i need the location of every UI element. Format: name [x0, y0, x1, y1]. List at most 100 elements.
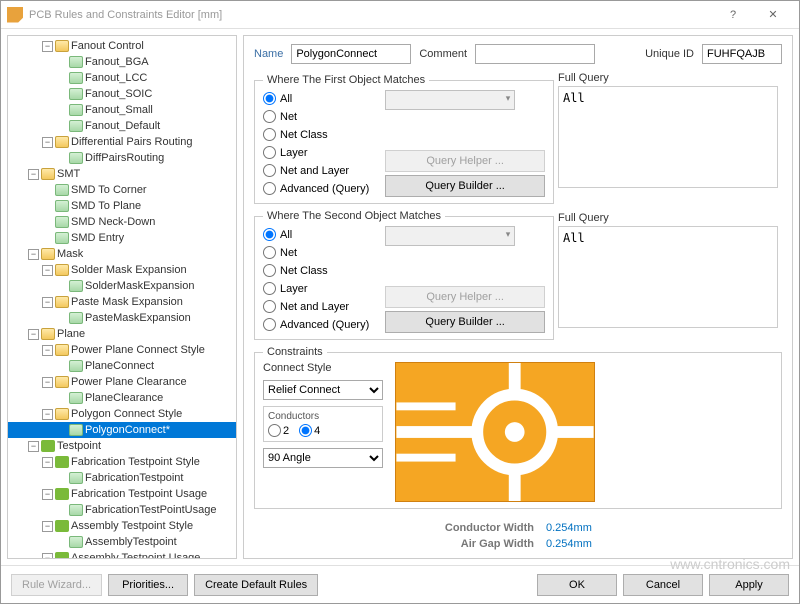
match-radio-net-and-layer[interactable]: Net and Layer [263, 162, 369, 179]
match-radio-net-class[interactable]: Net Class [263, 126, 369, 143]
tree-item[interactable]: SMD Neck-Down [8, 214, 236, 230]
rule-icon [55, 216, 69, 228]
tree-item[interactable]: SMD To Corner [8, 182, 236, 198]
expand-icon[interactable]: − [42, 137, 53, 148]
match2-query-builder[interactable]: Query Builder ... [385, 311, 545, 333]
angle-select[interactable]: 90 Angle [263, 448, 383, 468]
name-label: Name [254, 48, 283, 60]
expand-icon[interactable]: − [42, 265, 53, 276]
expand-icon[interactable]: − [42, 41, 53, 52]
name-input[interactable] [291, 44, 411, 64]
tree-item[interactable]: Fanout_SOIC [8, 86, 236, 102]
tree-item[interactable]: − Plane [8, 326, 236, 342]
help-button[interactable]: ? [713, 1, 753, 29]
expand-icon[interactable]: − [42, 553, 53, 560]
conductor-width-value[interactable]: 0.254mm [546, 522, 592, 534]
tree-item[interactable]: SMD Entry [8, 230, 236, 246]
ok-button[interactable]: OK [537, 574, 617, 596]
tree-item[interactable]: − Solder Mask Expansion [8, 262, 236, 278]
tree-item-label: SMT [57, 168, 80, 180]
tree-item-label: Plane [57, 328, 85, 340]
expand-icon[interactable]: − [42, 521, 53, 532]
tree-item-label: SMD To Corner [71, 184, 147, 196]
tree-item-label: FabricationTestpoint [85, 472, 183, 484]
folder-icon [55, 408, 69, 420]
tree-item[interactable]: AssemblyTestpoint [8, 534, 236, 550]
rules-tree[interactable]: −Fanout ControlFanout_BGAFanout_LCCFanou… [7, 35, 237, 559]
expand-icon[interactable]: − [28, 249, 39, 260]
priorities-button[interactable]: Priorities... [108, 574, 188, 596]
conductors-radio-4[interactable]: 4 [299, 424, 320, 437]
tree-item[interactable]: FabricationTestpoint [8, 470, 236, 486]
header-row: Name Comment Unique ID [254, 44, 782, 64]
tree-item[interactable]: PasteMaskExpansion [8, 310, 236, 326]
tree-item[interactable]: Fanout_LCC [8, 70, 236, 86]
match-radio-all[interactable]: All [263, 226, 369, 243]
tree-item[interactable]: −Mask [8, 246, 236, 262]
tree-item[interactable]: −Power Plane Connect Style [8, 342, 236, 358]
tree-item[interactable]: PlaneConnect [8, 358, 236, 374]
tree-item[interactable]: −Fabrication Testpoint Style [8, 454, 236, 470]
expand-icon[interactable]: − [42, 489, 53, 500]
tree-item[interactable]: Fanout_Small [8, 102, 236, 118]
expand-icon[interactable]: − [42, 457, 53, 468]
tree-item[interactable]: SolderMaskExpansion [8, 278, 236, 294]
create-defaults-button[interactable]: Create Default Rules [194, 574, 318, 596]
tree-item[interactable]: Fanout_Default [8, 118, 236, 134]
match-radio-net[interactable]: Net [263, 108, 369, 125]
conductors-radio-2[interactable]: 2 [268, 424, 289, 437]
air-gap-value[interactable]: 0.254mm [546, 538, 592, 550]
tree-item[interactable]: −Fanout Control [8, 38, 236, 54]
match-radio-all[interactable]: All [263, 90, 369, 107]
tree-item[interactable]: Fanout_BGA [8, 54, 236, 70]
tree-item-label: Polygon Connect Style [71, 408, 182, 420]
cancel-button[interactable]: Cancel [623, 574, 703, 596]
match-radio-net[interactable]: Net [263, 244, 369, 261]
match1-query-builder[interactable]: Query Builder ... [385, 175, 545, 197]
full-query-2-label: Full Query [558, 212, 778, 224]
tree-item[interactable]: SMD To Plane [8, 198, 236, 214]
tree-item[interactable]: − SMT [8, 166, 236, 182]
expand-icon[interactable]: − [42, 409, 53, 420]
match-radio-layer[interactable]: Layer [263, 144, 369, 161]
match-radio-net-class[interactable]: Net Class [263, 262, 369, 279]
uid-input[interactable] [702, 44, 782, 64]
tree-item[interactable]: −Assembly Testpoint Usage [8, 550, 236, 559]
tree-item[interactable]: PolygonConnect* [8, 422, 236, 438]
apply-button[interactable]: Apply [709, 574, 789, 596]
expand-icon[interactable]: − [42, 345, 53, 356]
watermark: www.cntronics.com [670, 556, 790, 572]
comment-input[interactable] [475, 44, 595, 64]
expand-icon[interactable]: − [28, 329, 39, 340]
tree-item-label: Testpoint [57, 440, 101, 452]
tree-item[interactable]: − Differential Pairs Routing [8, 134, 236, 150]
tree-item[interactable]: DiffPairsRouting [8, 150, 236, 166]
tree-item[interactable]: −Fabrication Testpoint Usage [8, 486, 236, 502]
connect-style-select[interactable]: Relief Connect [263, 380, 383, 400]
close-button[interactable]: ✕ [753, 1, 793, 29]
tree-item[interactable]: − Testpoint [8, 438, 236, 454]
tree-item[interactable]: PlaneClearance [8, 390, 236, 406]
tree-item-label: Fanout_BGA [85, 56, 149, 68]
match-radio-advanced-query-[interactable]: Advanced (Query) [263, 316, 369, 333]
match-radio-advanced-query-[interactable]: Advanced (Query) [263, 180, 369, 197]
dimension-labels: Conductor Width 0.254mm Air Gap Width 0.… [414, 522, 592, 550]
rule-icon [69, 536, 83, 548]
tree-item[interactable]: −Assembly Testpoint Style [8, 518, 236, 534]
tree-item[interactable]: −Power Plane Clearance [8, 374, 236, 390]
tree-item-label: Differential Pairs Routing [71, 136, 192, 148]
match-radio-net-and-layer[interactable]: Net and Layer [263, 298, 369, 315]
tree-item[interactable]: FabricationTestPointUsage [8, 502, 236, 518]
full-query-2-box[interactable]: All [558, 226, 778, 328]
tree-item[interactable]: − Polygon Connect Style [8, 406, 236, 422]
expand-icon[interactable]: − [42, 297, 53, 308]
conductor-width-label: Conductor Width [414, 522, 534, 534]
match-radio-layer[interactable]: Layer [263, 280, 369, 297]
expand-icon[interactable]: − [42, 377, 53, 388]
uid-label: Unique ID [645, 48, 694, 60]
expand-icon[interactable]: − [28, 169, 39, 180]
tree-item[interactable]: −Paste Mask Expansion [8, 294, 236, 310]
expand-icon[interactable]: − [28, 441, 39, 452]
tree-item-label: Solder Mask Expansion [71, 264, 187, 276]
full-query-1-box[interactable]: All [558, 86, 778, 188]
